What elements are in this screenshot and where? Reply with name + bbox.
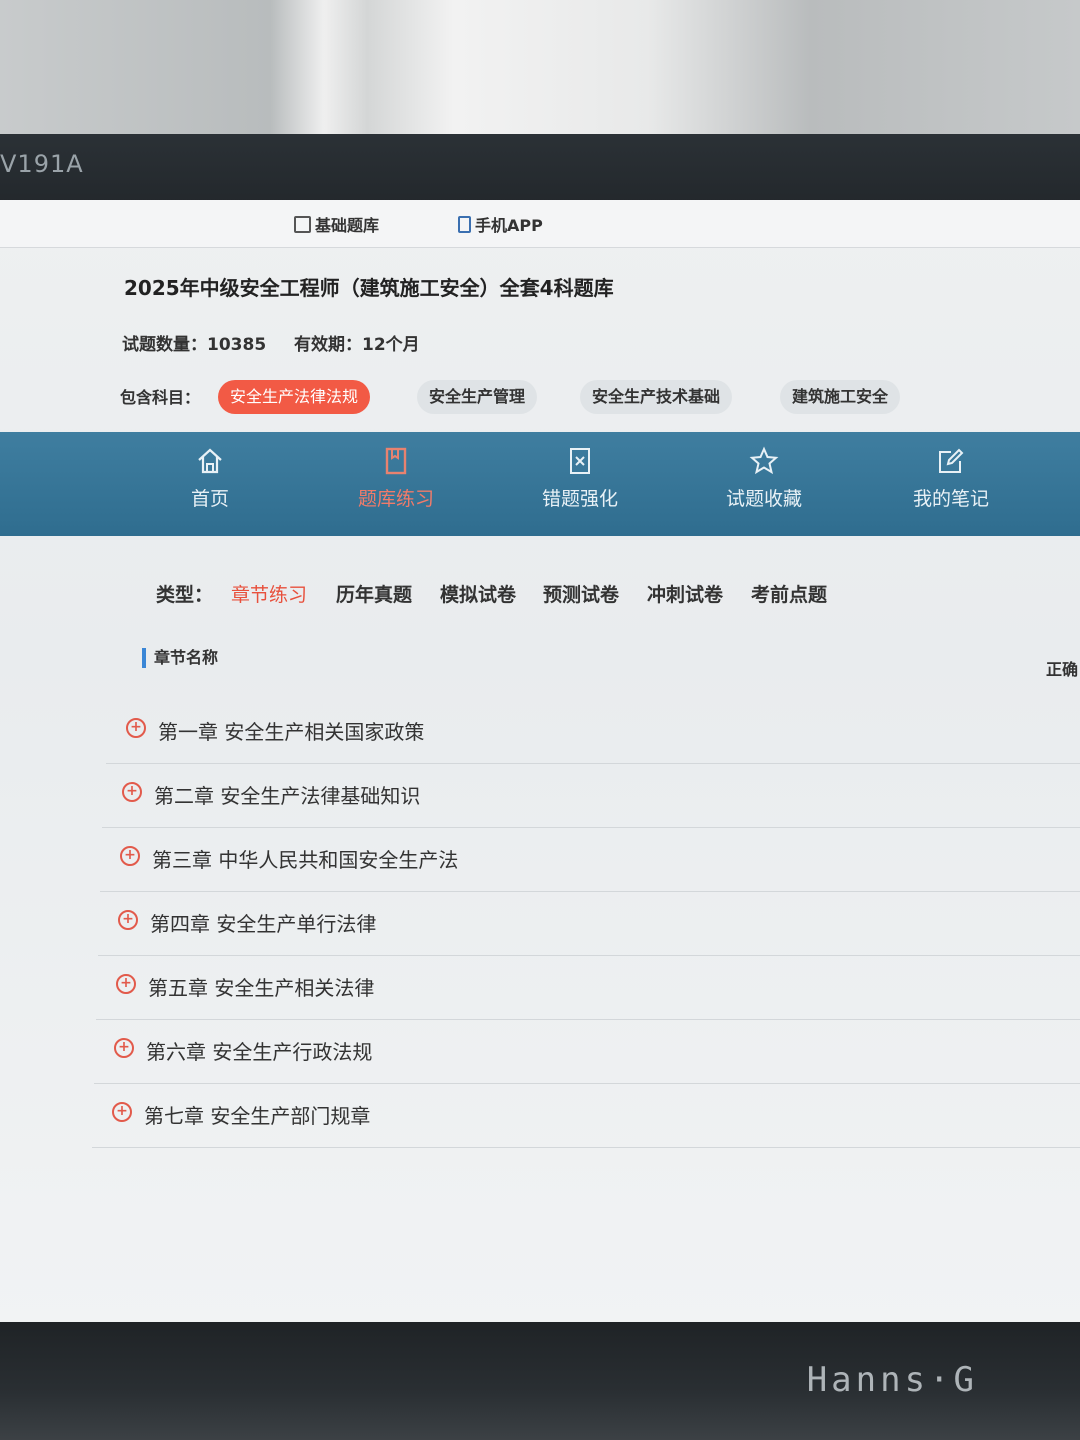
question-count: 试题数量：10385 (122, 335, 267, 355)
home-icon (198, 448, 222, 474)
nav-favorites[interactable]: 试题收藏 (704, 446, 824, 511)
chapter-list-header: 章节名称 (142, 648, 218, 668)
expand-icon[interactable]: + (114, 1038, 134, 1058)
correct-column-header: 正确 (1046, 660, 1079, 679)
monitor-bezel-top (0, 134, 1080, 204)
type-tab-key-points[interactable]: 考前点题 (751, 580, 827, 607)
monitor-brand-logo: Hanns·G (806, 1360, 978, 1400)
list-icon (294, 215, 311, 233)
subject-pill-law[interactable]: 安全生产法律法规 (218, 380, 371, 414)
type-label: 类型： (156, 584, 214, 606)
subject-pill-technology[interactable]: 安全生产技术基础 (580, 380, 733, 414)
chapter-row-4[interactable]: + 第四章 安全生产单行法律 (98, 892, 1080, 956)
book-icon (385, 447, 407, 475)
error-icon (570, 448, 590, 474)
nav-home[interactable]: 首页 (150, 446, 270, 511)
type-tab-past-exams[interactable]: 历年真题 (336, 580, 412, 607)
chapter-row-6[interactable]: + 第六章 安全生产行政法规 (94, 1020, 1080, 1084)
top-link-question-bank[interactable]: 基础题库 (294, 212, 379, 236)
nav-notes[interactable]: 我的笔记 (891, 446, 1011, 511)
type-tab-forecast[interactable]: 预测试卷 (543, 580, 619, 607)
chapter-row-5[interactable]: + 第五章 安全生产相关法律 (96, 956, 1080, 1020)
course-title: 2025年中级安全工程师（建筑施工安全）全套4科题库 (124, 276, 614, 300)
type-filter-row: 类型： 章节练习 历年真题 模拟试卷 预测试卷 冲刺试卷 考前点题 (0, 572, 1080, 622)
chapter-row-7[interactable]: + 第七章 安全生产部门规章 (92, 1084, 1080, 1148)
type-tab-sprint[interactable]: 冲刺试卷 (647, 580, 723, 607)
chapter-row-2[interactable]: + 第二章 安全生产法律基础知识 (102, 764, 1080, 828)
subject-pill-construction[interactable]: 建筑施工安全 (780, 380, 901, 414)
expand-icon[interactable]: + (126, 718, 146, 738)
star-icon (749, 446, 779, 475)
monitor-model-label: V191A (0, 150, 84, 178)
top-link-mobile-app[interactable]: 手机APP (458, 212, 543, 236)
chapter-row-3[interactable]: + 第三章 中华人民共和国安全生产法 (100, 828, 1080, 892)
expand-icon[interactable]: + (120, 846, 140, 866)
edit-icon (939, 448, 964, 473)
main-nav-bar: 首页 题库练习 错题强化 试题收藏 我的笔记 (0, 432, 1080, 536)
background-wall (0, 0, 1080, 140)
expand-icon[interactable]: + (116, 974, 136, 994)
validity-period: 有效期：12个月 (294, 335, 420, 355)
expand-icon[interactable]: + (118, 910, 138, 930)
type-tab-chapter[interactable]: 章节练习 (231, 580, 307, 607)
subjects-label: 包含科目： (120, 388, 201, 407)
subject-pill-management[interactable]: 安全生产管理 (417, 380, 538, 414)
expand-icon[interactable]: + (112, 1102, 132, 1122)
expand-icon[interactable]: + (122, 782, 142, 802)
type-tab-mock[interactable]: 模拟试卷 (440, 580, 516, 607)
chapter-row-1[interactable]: + 第一章 安全生产相关国家政策 (106, 700, 1080, 764)
top-links-bar: 基础题库 手机APP (0, 200, 1080, 248)
nav-mistakes[interactable]: 错题强化 (520, 446, 640, 511)
nav-practice[interactable]: 题库练习 (336, 446, 456, 511)
phone-icon (458, 215, 471, 233)
browser-screen: 基础题库 手机APP 2025年中级安全工程师（建筑施工安全）全套4科题库 试题… (0, 200, 1080, 1334)
